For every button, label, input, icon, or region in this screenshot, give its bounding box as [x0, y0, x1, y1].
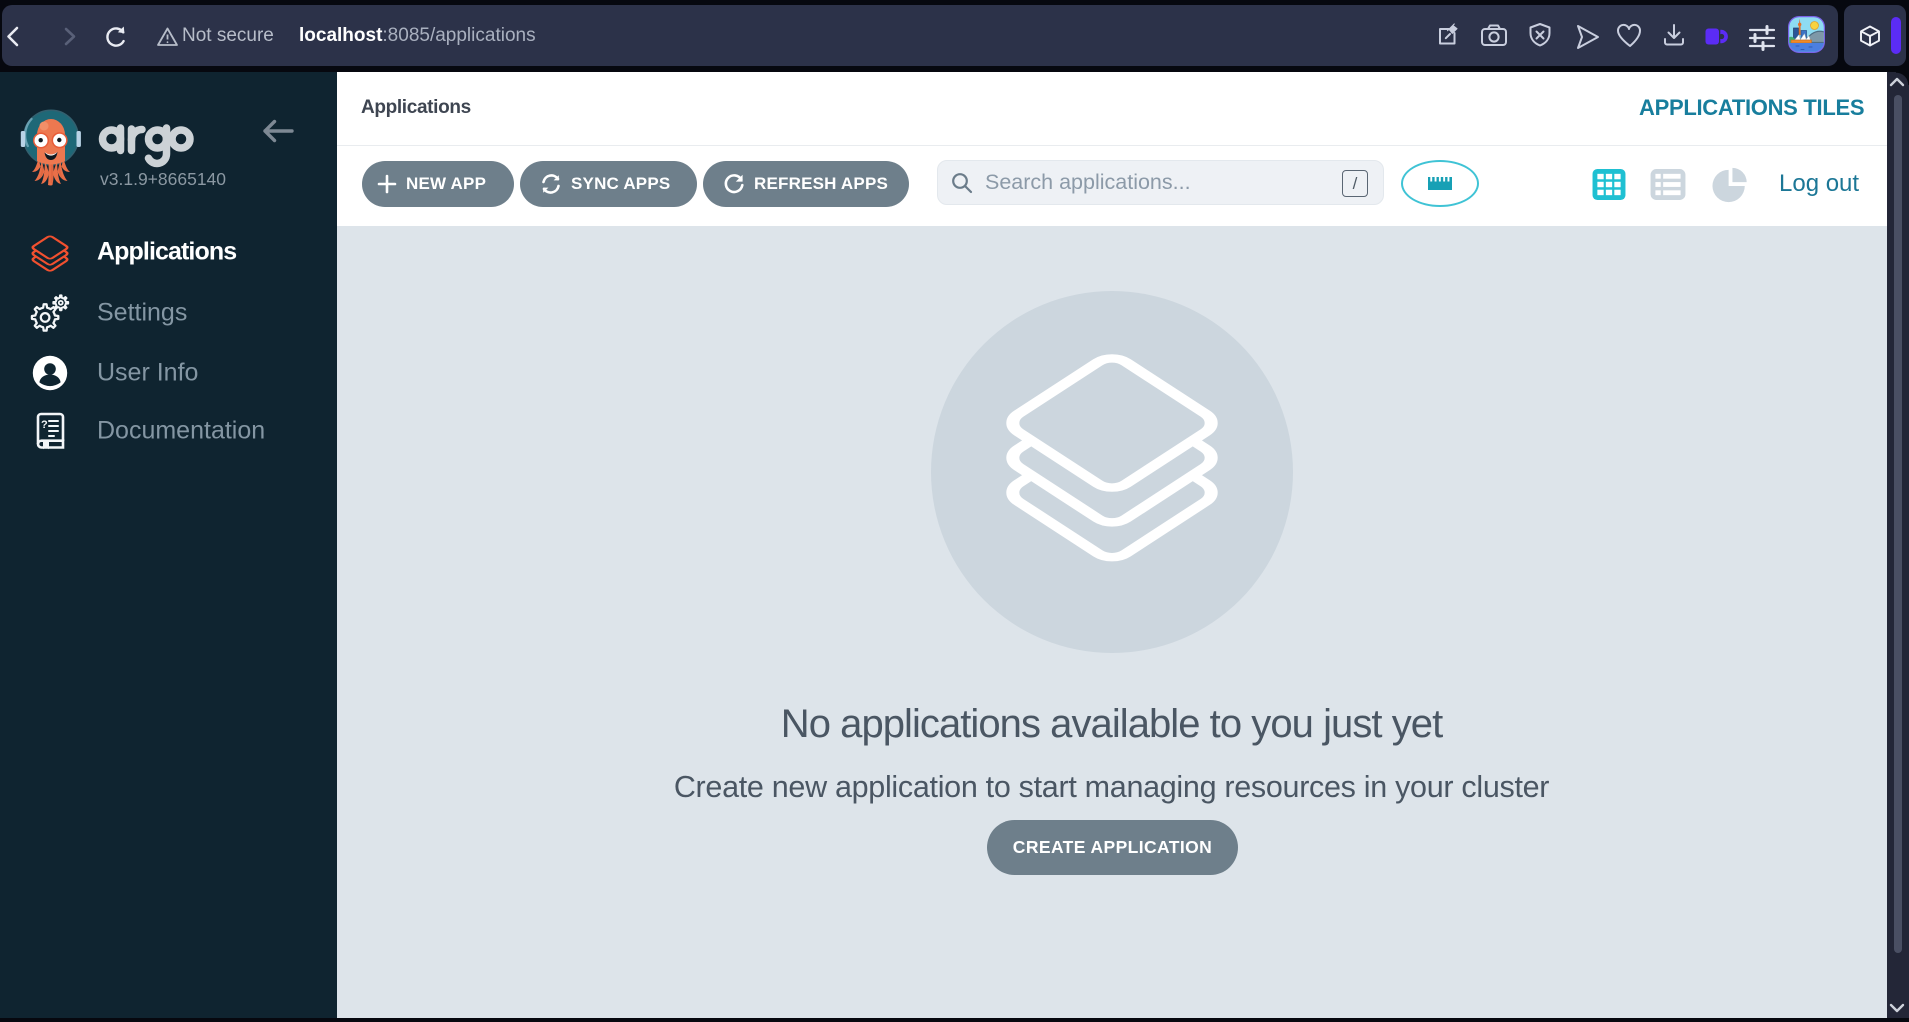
svg-text:?: ? — [41, 419, 48, 431]
